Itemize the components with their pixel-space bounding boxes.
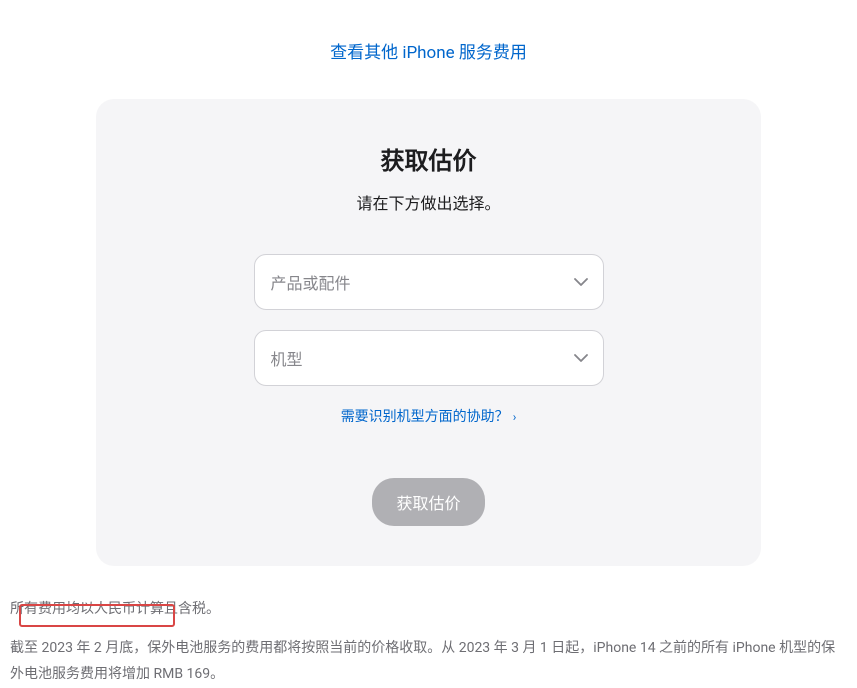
footer-text: 所有费用均以人民币计算且含税。 截至 2023 年 2 月底，保外电池服务的费用… [0,566,857,688]
estimate-card: 获取估价 请在下方做出选择。 产品或配件 机型 需要识别机型方面的协助？ › 获取… [96,99,761,566]
footer-line-1: 所有费用均以人民币计算且含税。 [10,596,847,623]
product-select-wrapper: 产品或配件 [254,254,604,310]
help-link-label: 需要识别机型方面的协助？ [341,409,509,425]
chevron-right-icon: › [513,410,517,424]
top-link-container: 查看其他 iPhone 服务费用 [0,0,857,83]
product-select[interactable]: 产品或配件 [254,254,604,310]
card-subtitle: 请在下方做出选择。 [126,190,731,214]
get-estimate-button[interactable]: 获取估价 [372,478,484,526]
footer-line-2: 截至 2023 年 2 月底，保外电池服务的费用都将按照当前的价格收取。从 20… [10,635,847,688]
other-service-fees-link[interactable]: 查看其他 iPhone 服务费用 [330,43,527,63]
card-title: 获取估价 [126,141,731,176]
help-link-container: 需要识别机型方面的协助？ › [126,406,731,426]
model-select[interactable]: 机型 [254,330,604,386]
model-select-wrapper: 机型 [254,330,604,386]
identify-model-help-link[interactable]: 需要识别机型方面的协助？ › [341,409,517,425]
product-select-placeholder: 产品或配件 [271,270,351,294]
model-select-placeholder: 机型 [271,346,303,370]
